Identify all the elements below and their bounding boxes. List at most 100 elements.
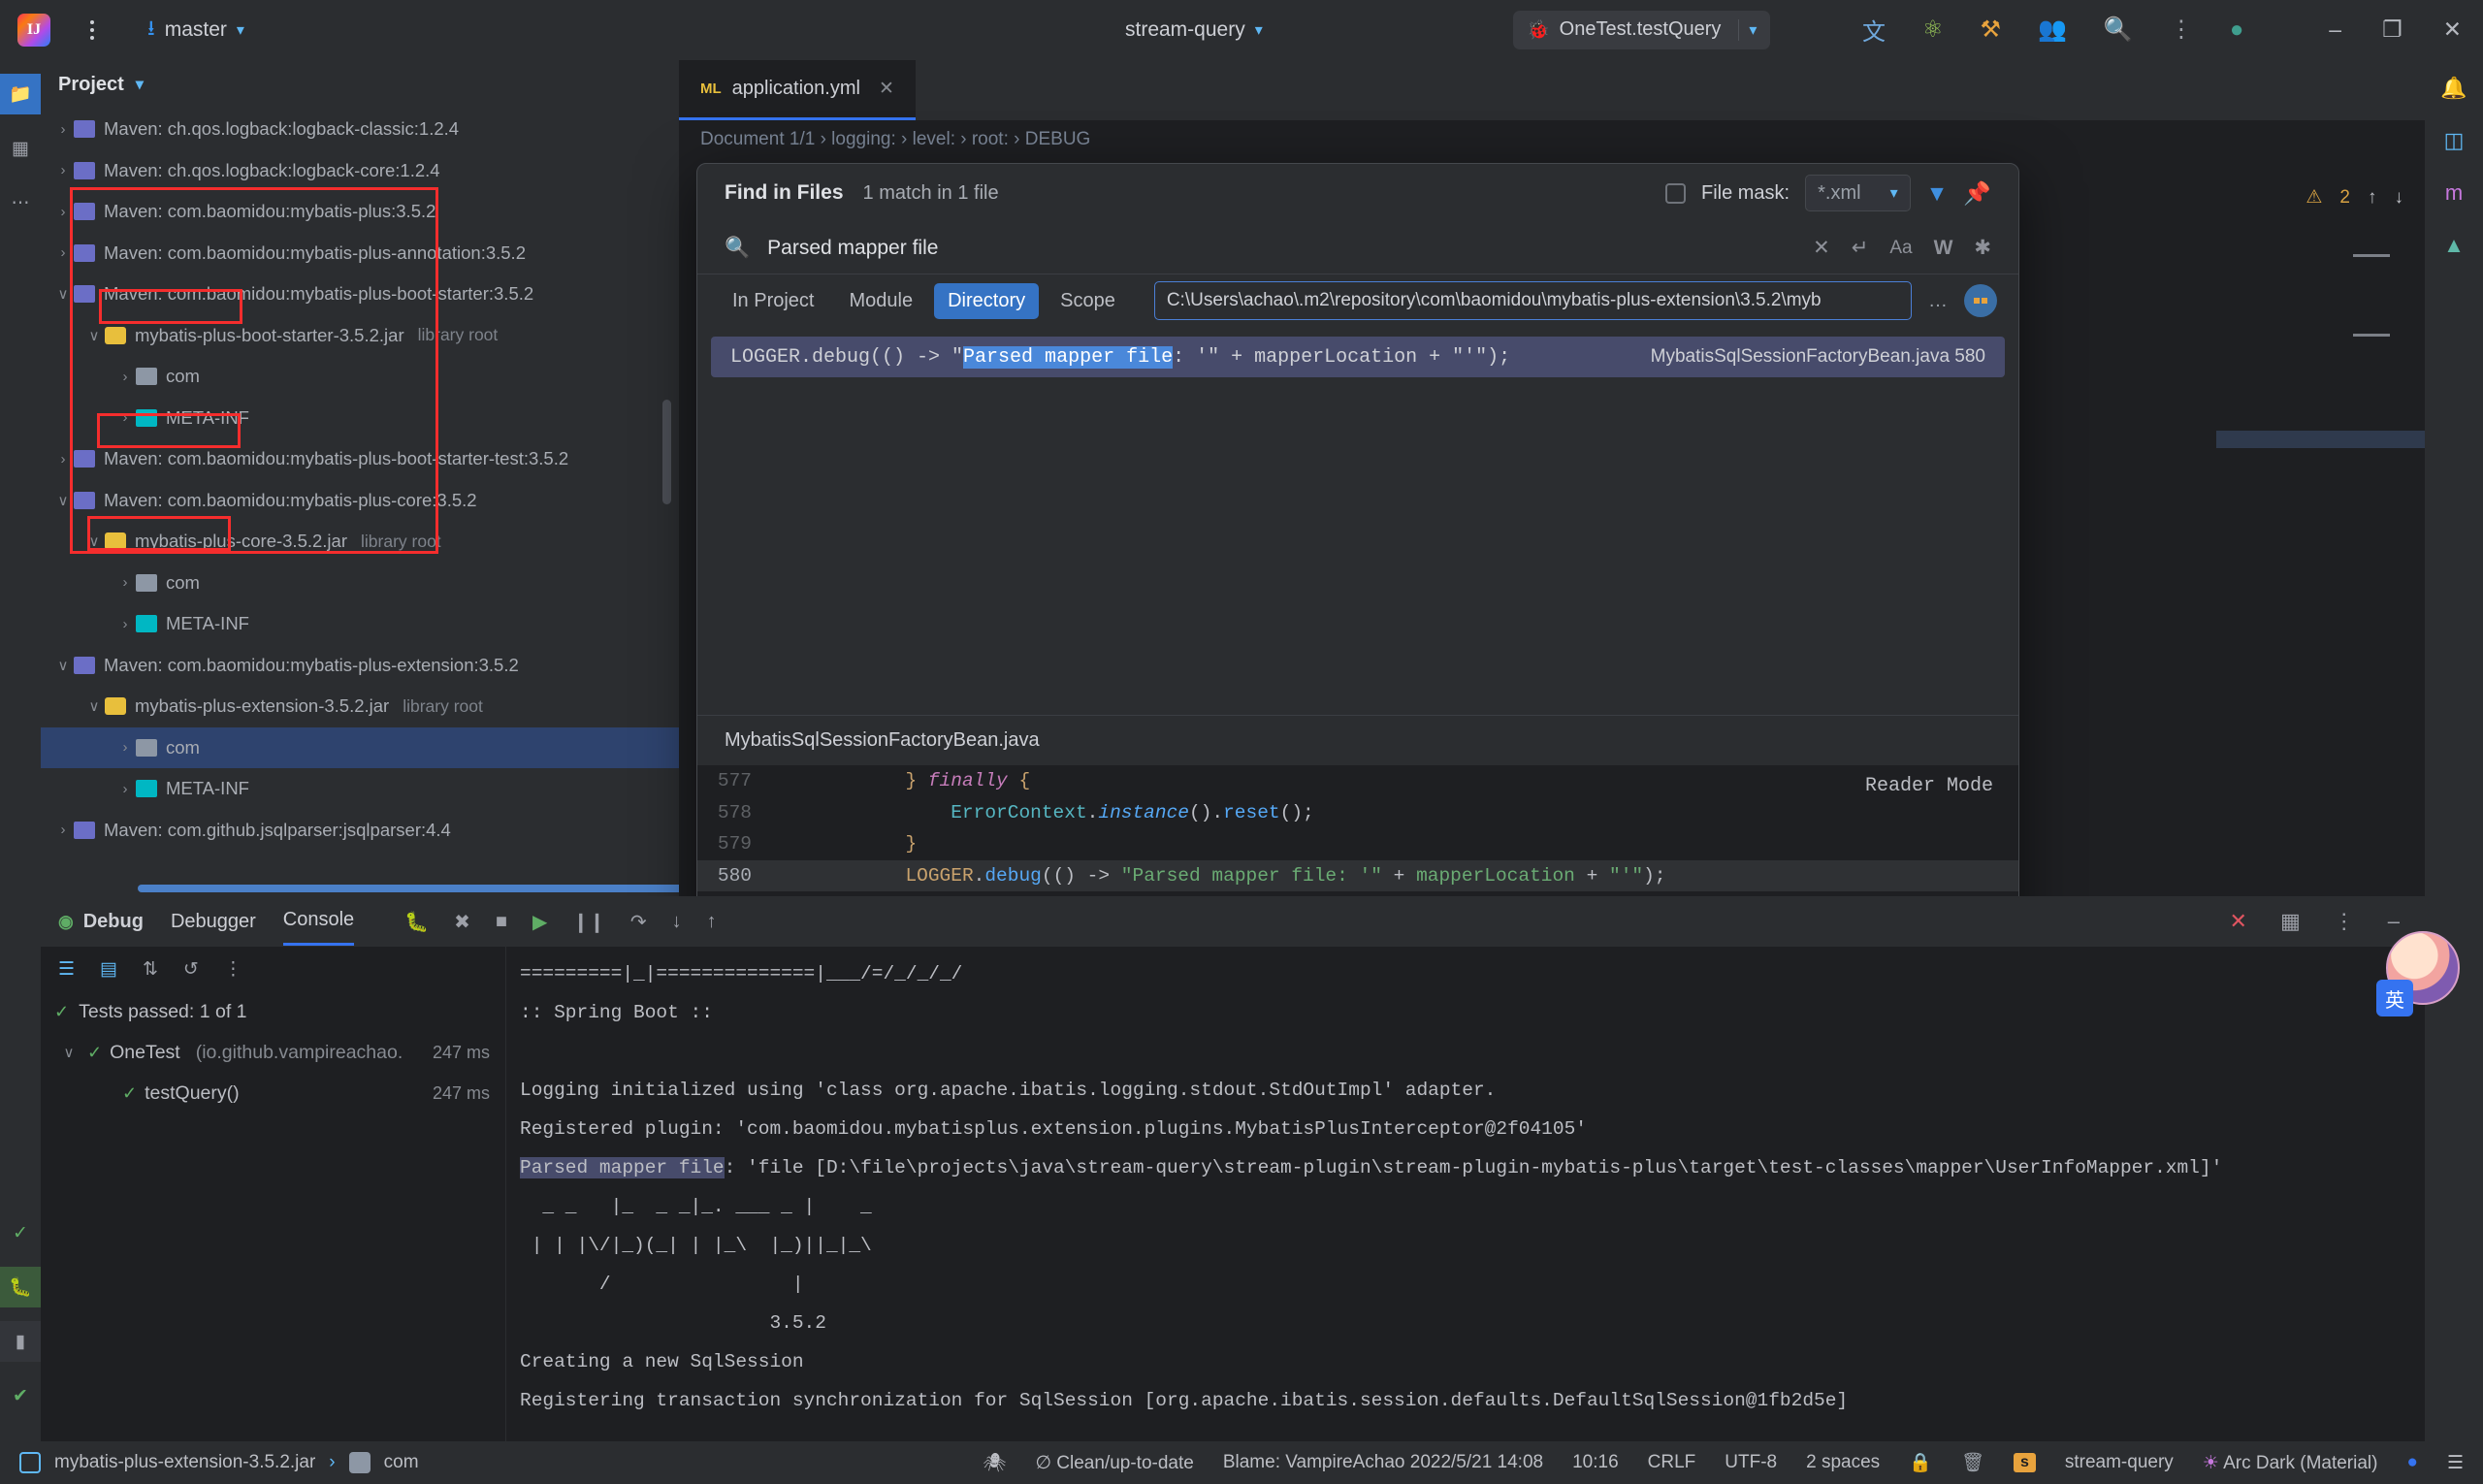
maximize-button[interactable]: ❐ xyxy=(2382,16,2402,43)
tree-node[interactable]: › Maven: com.github.jsqlparser:jsqlparser… xyxy=(41,810,679,852)
tree-node[interactable]: ∨ Maven: com.baomidou:mybatis-plus-core:3… xyxy=(41,480,679,522)
mute-breakpoints-icon[interactable]: 🐛 xyxy=(404,910,429,934)
next-error-icon[interactable]: ↓ xyxy=(2395,187,2404,209)
clean-status[interactable]: ∅ Clean/up-to-date xyxy=(1035,1452,1193,1474)
expand-arrow-icon[interactable]: › xyxy=(114,369,136,385)
resume-icon[interactable]: ▶ xyxy=(532,910,547,934)
close-icon[interactable]: ✕ xyxy=(2230,909,2247,934)
more-icon[interactable]: ⋮ xyxy=(2170,16,2193,44)
project-tree[interactable]: › Maven: ch.qos.logback:logback-classic:1… xyxy=(41,109,679,896)
theme-widget[interactable]: ☀ Arc Dark (Material) xyxy=(2203,1452,2378,1474)
collapse-all-icon[interactable]: ▤ xyxy=(100,958,117,981)
expand-arrow-icon[interactable]: ∨ xyxy=(52,657,74,674)
sidebar-item-more[interactable]: ⋯ xyxy=(0,182,41,223)
expand-arrow-icon[interactable]: ∨ xyxy=(83,532,105,550)
module-scope-icon[interactable] xyxy=(1964,284,1997,317)
expand-arrow-icon[interactable]: › xyxy=(114,781,136,797)
project-panel-header[interactable]: Project ▾ xyxy=(41,60,679,109)
tree-horizontal-scrollbar[interactable] xyxy=(138,885,679,892)
tree-vertical-scrollbar[interactable] xyxy=(662,400,671,504)
sidebar-item-debug[interactable]: 🐛 xyxy=(0,1267,41,1307)
gradle-icon[interactable]: ▲ xyxy=(2443,233,2465,258)
more-icon[interactable]: ☰ xyxy=(2447,1452,2464,1474)
vcs-branch-widget[interactable]: ⭳ master ▾ xyxy=(147,12,244,48)
tree-node[interactable]: ∨ mybatis-plus-boot-starter-3.5.2.jar libr… xyxy=(41,315,679,357)
tab-debugger[interactable]: Debugger xyxy=(171,911,256,933)
sidebar-item-structure[interactable]: ▦ xyxy=(0,128,41,169)
prev-error-icon[interactable]: ↑ xyxy=(2368,187,2377,209)
expand-arrow-icon[interactable]: ∨ xyxy=(52,285,74,303)
search-icon[interactable]: 🔍 xyxy=(2104,16,2133,44)
chevron-down-icon[interactable]: ▾ xyxy=(136,75,144,94)
run-configuration-selector[interactable]: 🐞 OneTest.testQuery ▾ xyxy=(1513,10,1771,49)
reader-mode-label[interactable]: Reader Mode xyxy=(1865,775,1993,797)
match-case-icon[interactable]: Aa xyxy=(1889,238,1912,259)
settings-icon[interactable]: ⋮ xyxy=(2334,909,2355,934)
expand-arrow-icon[interactable]: ∨ xyxy=(52,492,74,509)
close-icon[interactable]: ✕ xyxy=(879,78,894,100)
test-tree[interactable]: ∨ ✓ OneTest (io.github.vampireachao. 247 ms ✓… xyxy=(41,1032,505,1113)
tree-node[interactable]: › META-INF xyxy=(41,603,679,645)
editor-inspection-widget[interactable]: ⚠ 2 ↑ ↓ xyxy=(2306,186,2403,209)
translate-icon[interactable]: 文 xyxy=(1862,13,1886,47)
tree-node[interactable]: ∨ mybatis-plus-extension-3.5.2.jar library… xyxy=(41,686,679,727)
tree-node[interactable]: › Maven: com.baomidou:mybatis-plus-annota… xyxy=(41,233,679,274)
lock-icon[interactable]: 🔒 xyxy=(1909,1451,1932,1474)
expand-arrow-icon[interactable]: › xyxy=(52,244,74,261)
ide-status-icon[interactable]: ● xyxy=(2406,1452,2417,1473)
scope-tab-scope[interactable]: Scope xyxy=(1047,283,1129,319)
atom-icon[interactable]: ⚛ xyxy=(1922,16,1944,44)
newline-icon[interactable]: ↵ xyxy=(1852,236,1869,260)
expand-arrow-icon[interactable]: › xyxy=(52,204,74,220)
file-mask-combo[interactable]: *.xml ▾ xyxy=(1805,175,1911,211)
status-breadcrumb-dir[interactable]: com xyxy=(384,1452,419,1473)
scope-tab-in-project[interactable]: In Project xyxy=(719,283,827,319)
console-output[interactable]: =========|_|==============|___/=/_/_/_/:… xyxy=(506,947,2425,1441)
step-over-icon[interactable]: ↷ xyxy=(630,910,647,934)
tree-node[interactable]: › com xyxy=(41,563,679,604)
notifications-icon[interactable]: 🔔 xyxy=(2440,76,2467,101)
directory-path-input[interactable]: C:\Users\achao\.m2\repository\com\baomid… xyxy=(1153,281,1912,320)
sidebar-item-build[interactable]: ✓ xyxy=(0,1212,41,1253)
tree-node[interactable]: ∨ Maven: com.baomidou:mybatis-plus-boot-s… xyxy=(41,274,679,315)
tree-node[interactable]: › Maven: com.baomidou:mybatis-plus-boot-s… xyxy=(41,438,679,480)
expand-arrow-icon[interactable]: ∨ xyxy=(58,1044,80,1061)
expand-arrow-icon[interactable]: › xyxy=(52,162,74,178)
step-into-icon[interactable]: ↓ xyxy=(672,911,682,933)
step-out-icon[interactable]: ↑ xyxy=(707,911,717,933)
tree-node[interactable]: › META-INF xyxy=(41,398,679,439)
tree-node[interactable]: › META-INF xyxy=(41,768,679,810)
expand-arrow-icon[interactable]: ∨ xyxy=(83,697,105,715)
filter-icon[interactable]: ▼ xyxy=(1926,180,1949,207)
test-tree-row[interactable]: ✓ testQuery() 247 ms xyxy=(41,1073,505,1113)
status-breadcrumb-jar[interactable]: mybatis-plus-extension-3.5.2.jar xyxy=(54,1452,315,1473)
pin-icon[interactable]: 📌 xyxy=(1963,180,1991,207)
expand-arrow-icon[interactable]: ∨ xyxy=(83,327,105,344)
tree-node[interactable]: › Maven: ch.qos.logback:logback-classic:1… xyxy=(41,109,679,150)
tools-icon[interactable]: ⚒ xyxy=(1981,16,2002,44)
more-icon[interactable]: ⋮ xyxy=(224,958,242,981)
expand-arrow-icon[interactable]: › xyxy=(114,574,136,591)
tree-node[interactable]: › Maven: ch.qos.logback:logback-core:1.2.… xyxy=(41,150,679,192)
whole-words-icon[interactable]: W xyxy=(1934,237,1953,260)
search-input[interactable]: Parsed mapper file xyxy=(767,237,1795,260)
expand-arrow-icon[interactable]: › xyxy=(114,409,136,426)
bug-report-icon[interactable]: 🕷 xyxy=(983,1451,1006,1474)
tab-application-yml[interactable]: ML application.yml ✕ xyxy=(679,60,916,120)
expand-arrow-icon[interactable]: › xyxy=(114,739,136,756)
expand-all-icon[interactable]: ☰ xyxy=(58,958,75,981)
sort-icon[interactable]: ⇅ xyxy=(143,958,158,981)
caret-position[interactable]: 10:16 xyxy=(1572,1452,1619,1473)
tree-node[interactable]: › com xyxy=(41,726,679,768)
history-icon[interactable]: ↺ xyxy=(183,958,199,981)
clear-icon[interactable]: ✕ xyxy=(1813,236,1830,260)
status-project[interactable]: stream-query xyxy=(2065,1452,2174,1473)
layout-icon[interactable]: ▦ xyxy=(2280,909,2301,934)
line-separator[interactable]: CRLF xyxy=(1648,1452,1696,1473)
tree-node[interactable]: ∨ Maven: com.baomidou:mybatis-plus-extens… xyxy=(41,645,679,687)
encoding[interactable]: UTF-8 xyxy=(1725,1452,1777,1473)
main-menu-icon[interactable] xyxy=(78,16,107,45)
tree-node[interactable]: › Maven: com.baomidou:mybatis-plus:3.5.2 xyxy=(41,191,679,233)
scope-tab-module[interactable]: Module xyxy=(835,283,926,319)
expand-arrow-icon[interactable]: › xyxy=(52,451,74,468)
